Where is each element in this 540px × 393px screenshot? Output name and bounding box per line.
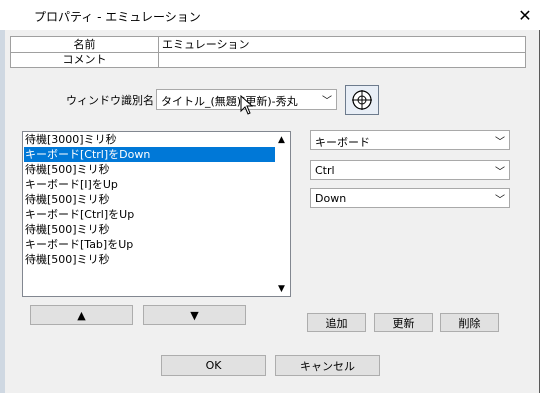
table-row[interactable]: コメント [11, 52, 525, 67]
chevron-down-icon: ﹀ [495, 137, 505, 148]
list-item[interactable]: キーボード[Ctrl]をUp [24, 207, 275, 222]
window-title: プロパティ - エミュレーション [34, 10, 201, 24]
crosshair-target-icon [352, 90, 372, 110]
triangle-down-icon: ▼ [190, 308, 199, 322]
close-icon: ✕ [518, 5, 532, 25]
action-type-value: キーボード [315, 136, 370, 149]
chevron-down-icon: ﹀ [495, 167, 505, 178]
cancel-button[interactable]: キャンセル [275, 355, 380, 376]
list-item[interactable]: 待機[500]ミリ秒 [24, 192, 275, 207]
action-list[interactable]: 待機[3000]ミリ秒 キーボード[Ctrl]をDown 待機[500]ミリ秒 … [22, 131, 291, 297]
triangle-up-icon: ▲ [77, 308, 86, 322]
list-item[interactable]: キーボード[I]をUp [24, 177, 275, 192]
close-button[interactable]: ✕ [512, 3, 538, 27]
list-item[interactable]: 待機[500]ミリ秒 [24, 162, 275, 177]
list-item-selected[interactable]: キーボード[Ctrl]をDown [24, 147, 275, 162]
background-window-edge [0, 30, 5, 393]
key-combo[interactable]: Ctrl ﹀ [310, 160, 510, 180]
delete-button[interactable]: 削除 [440, 313, 499, 332]
key-value: Ctrl [315, 164, 335, 177]
action-type-combo[interactable]: キーボード ﹀ [310, 130, 510, 150]
move-down-button[interactable]: ▼ [143, 305, 246, 325]
update-button[interactable]: 更新 [374, 313, 433, 332]
list-item[interactable]: 待機[500]ミリ秒 [24, 252, 275, 267]
name-value[interactable]: エミュレーション [162, 37, 250, 52]
scroll-up-icon[interactable]: ▲ [278, 135, 285, 145]
chevron-down-icon: ﹀ [495, 195, 505, 206]
chevron-down-icon: ﹀ [322, 96, 332, 107]
scroll-down-icon[interactable]: ▼ [278, 284, 285, 294]
window-id-value: タイトル_(無題)(更新)-秀丸 [161, 95, 298, 108]
list-item[interactable]: 待機[500]ミリ秒 [24, 222, 275, 237]
add-button[interactable]: 追加 [307, 313, 366, 332]
key-state-value: Down [315, 192, 347, 205]
ok-button[interactable]: OK [161, 355, 266, 376]
list-scrollbar[interactable]: ▲ ▼ [275, 132, 290, 296]
window-target-button[interactable] [345, 85, 379, 115]
title-bar[interactable]: プロパティ - エミュレーション ✕ [4, 0, 540, 30]
table-row[interactable]: 名前 エミュレーション [11, 37, 525, 53]
key-state-combo[interactable]: Down ﹀ [310, 188, 510, 208]
move-up-button[interactable]: ▲ [30, 305, 133, 325]
list-item[interactable]: 待機[3000]ミリ秒 [24, 132, 275, 147]
comment-label: コメント [11, 52, 159, 67]
properties-table: 名前 エミュレーション コメント [10, 36, 526, 68]
list-item[interactable]: キーボード[Tab]をUp [24, 237, 275, 252]
window-id-label: ウィンドウ識別名 [66, 94, 154, 107]
name-label: 名前 [11, 37, 159, 52]
mouse-cursor-icon [240, 95, 254, 115]
